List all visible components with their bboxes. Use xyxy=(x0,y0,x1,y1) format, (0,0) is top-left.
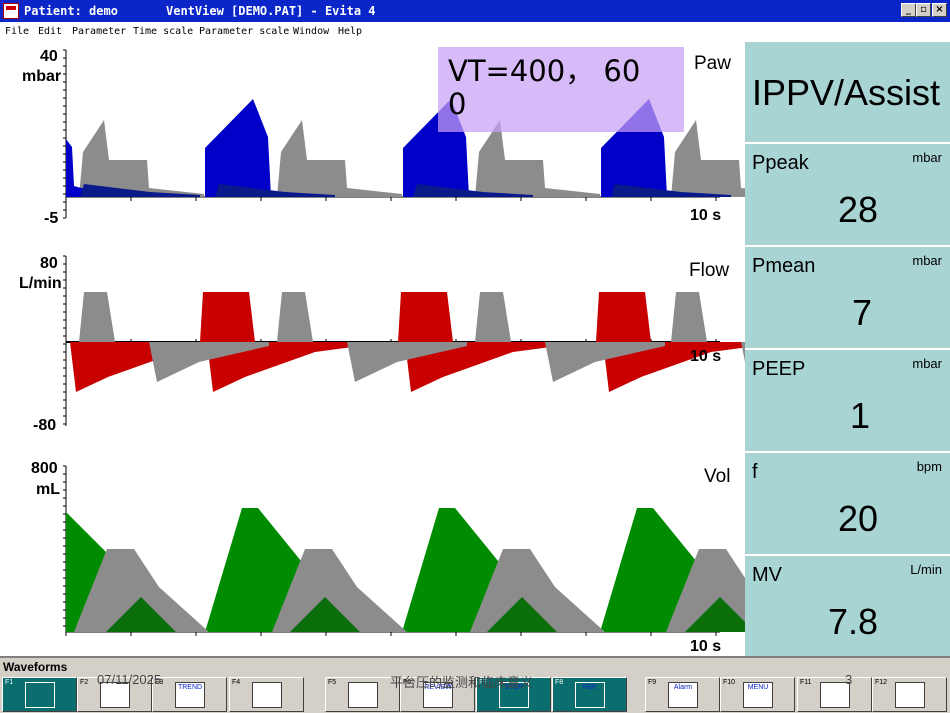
flow-min-label: -80 xyxy=(33,417,57,434)
function-key-number: F10 xyxy=(723,679,736,686)
flow-inspiration-spont xyxy=(671,292,707,342)
function-key-f3[interactable]: F3 TREND xyxy=(152,677,227,712)
function-key-number: F11 xyxy=(800,679,812,686)
param-ppeak[interactable]: Ppeak mbar 28 xyxy=(745,142,950,245)
function-key-number: F12 xyxy=(875,679,888,686)
paw-max-label: 40 xyxy=(40,48,58,65)
function-key-number: F5 xyxy=(328,679,337,686)
menu-parameter[interactable]: Parameter xyxy=(72,26,126,37)
tidal-volume-annotation: VT=400， 60 0 xyxy=(438,47,684,132)
function-key-f8[interactable]: F8 REF. xyxy=(552,677,627,712)
flow-inspiration-spont xyxy=(79,292,115,342)
menu-help[interactable]: Help xyxy=(338,26,362,37)
grid-icon xyxy=(348,682,378,708)
trend-icon: TREND xyxy=(175,682,205,708)
function-key-f1[interactable]: F1 xyxy=(2,677,77,712)
function-key-f9[interactable]: F9 Alarm xyxy=(645,677,720,712)
minimize-button[interactable]: _ xyxy=(901,3,916,17)
menu-bar: File Edit Parameter Time scale Parameter… xyxy=(0,22,950,42)
param-name: f xyxy=(752,461,758,483)
toolbar-title: Waveforms xyxy=(3,660,68,674)
paw-spontaneous-breath xyxy=(277,120,402,197)
close-button[interactable]: × xyxy=(932,3,947,17)
param-value: 1 xyxy=(849,395,870,436)
flow-inspiration-spont xyxy=(475,292,511,342)
param-name: PEEP xyxy=(752,358,806,380)
magnifier-icon xyxy=(895,682,925,708)
annotation-line-1: VT=400， 60 xyxy=(448,54,641,88)
waveform-icon xyxy=(25,682,55,708)
window-title-file: VentView [DEMO.PAT] - Evita 4 xyxy=(166,4,376,18)
function-key-number: F4 xyxy=(232,679,241,686)
waveform-canvas xyxy=(63,49,861,636)
function-key-number: F2 xyxy=(80,679,89,686)
paw-min-label: -5 xyxy=(44,210,59,227)
param-unit: mbar xyxy=(912,150,942,165)
vol-unit-label: mL xyxy=(36,481,60,498)
menu-file[interactable]: File xyxy=(5,26,29,37)
flow-inspiration xyxy=(398,292,453,342)
window-title-patient: Patient: demo xyxy=(24,4,118,18)
param-name: Pmean xyxy=(752,255,816,277)
param-f[interactable]: f bpm 20 xyxy=(745,451,950,554)
function-key-number: F1 xyxy=(5,679,14,686)
flow-time-label: 10 s xyxy=(690,348,722,365)
vol-max-label: 800 xyxy=(31,460,58,477)
param-unit: L/min xyxy=(910,562,942,577)
restore-button[interactable]: ▫ xyxy=(916,3,931,17)
flow-inspiration-spont xyxy=(277,292,313,342)
ventilation-mode: IPPV/Assist xyxy=(745,42,950,142)
ref-icon: REF. xyxy=(575,682,605,708)
param-value: 7.8 xyxy=(827,601,878,642)
menu-icon: MENU xyxy=(743,682,773,708)
menu-parameter-scale[interactable]: Parameter scale xyxy=(199,26,289,37)
paw-unit-label: mbar xyxy=(22,68,62,85)
paw-time-label: 10 s xyxy=(690,207,722,224)
menu-window[interactable]: Window xyxy=(293,26,329,37)
function-key-f4[interactable]: F4 xyxy=(229,677,304,712)
menu-edit[interactable]: Edit xyxy=(38,26,62,37)
flow-inspiration xyxy=(200,292,255,342)
param-unit: mbar xyxy=(912,253,942,268)
param-value: 7 xyxy=(851,292,872,333)
paw-spontaneous-breath xyxy=(79,120,204,197)
mode-label: IPPV/Assist xyxy=(752,72,941,113)
app-icon xyxy=(3,3,19,19)
vol-time-label: 10 s xyxy=(690,638,722,655)
vol-name-label: Vol xyxy=(704,466,731,487)
param-pmean[interactable]: Pmean mbar 7 xyxy=(745,245,950,348)
function-key-f12[interactable]: F12 xyxy=(872,677,947,712)
annotation-line-2: 0 xyxy=(448,87,467,121)
function-key-f10[interactable]: F10 MENU xyxy=(720,677,795,712)
footer-page-number: 3 xyxy=(845,672,853,687)
flow-unit-label: L/min xyxy=(19,275,62,292)
flow-name-label: Flow xyxy=(689,260,730,281)
title-bar: Patient: demo VentView [DEMO.PAT] - Evit… xyxy=(0,0,950,22)
function-key-f11[interactable]: F11 xyxy=(797,677,872,712)
param-unit: bpm xyxy=(916,459,942,474)
param-value: 20 xyxy=(837,498,878,539)
table-icon xyxy=(252,682,282,708)
param-name: Ppeak xyxy=(752,152,809,174)
paw-name-label: Paw xyxy=(694,53,731,74)
param-name: MV xyxy=(752,564,782,586)
param-peep[interactable]: PEEP mbar 1 xyxy=(745,348,950,451)
flow-max-label: 80 xyxy=(40,255,58,272)
footer-date: 07/11/2025 xyxy=(97,672,162,687)
function-key-f5[interactable]: F5 xyxy=(325,677,400,712)
alarm-icon: Alarm xyxy=(668,682,698,708)
function-key-number: F8 xyxy=(555,679,564,686)
param-value: 28 xyxy=(837,189,878,230)
param-unit: mbar xyxy=(912,356,942,371)
paw-mandatory-breath xyxy=(205,99,271,197)
function-key-number: F9 xyxy=(648,679,657,686)
footer-caption: 平台压的监测和临床意义 xyxy=(390,675,534,690)
menu-time-scale[interactable]: Time scale xyxy=(133,26,193,37)
waveform-area xyxy=(0,42,861,656)
param-mv[interactable]: MV L/min 7.8 xyxy=(745,554,950,657)
flow-inspiration xyxy=(596,292,651,342)
